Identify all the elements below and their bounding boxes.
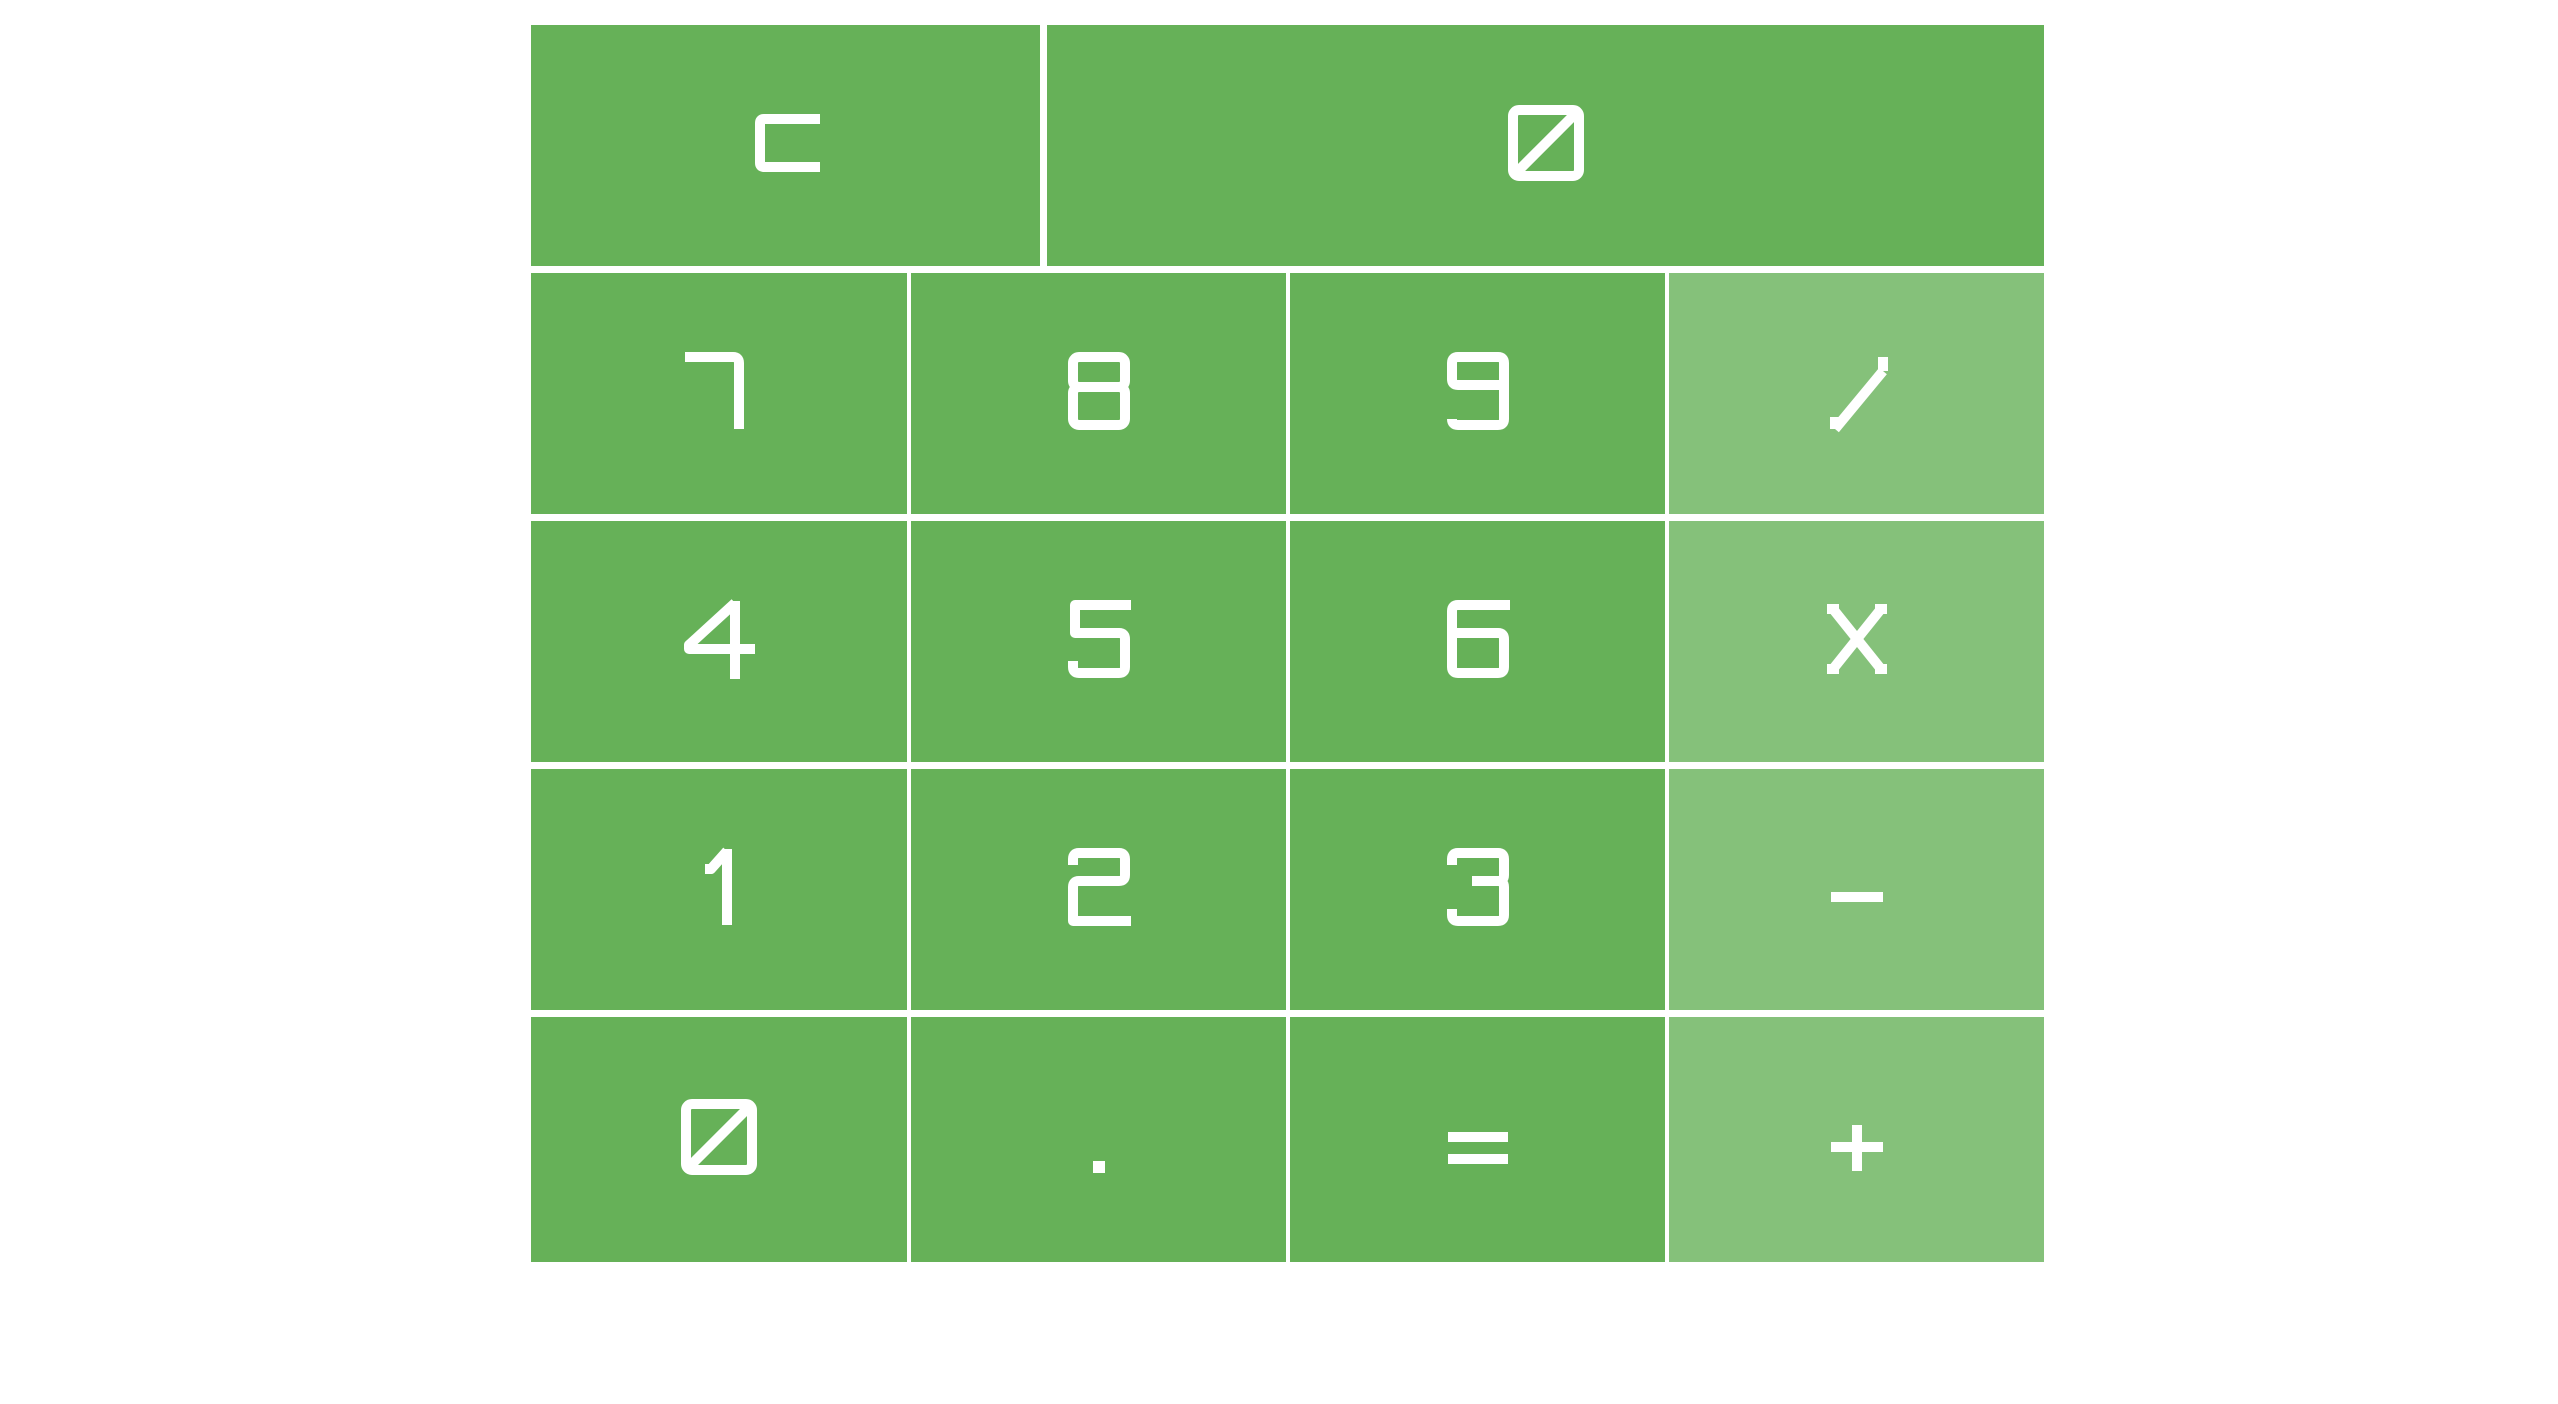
equals-icon — [1430, 1089, 1526, 1190]
digit-5-icon — [1051, 591, 1147, 692]
plus-button[interactable]: + — [1669, 1017, 2044, 1262]
digit-5-button[interactable]: 5 — [911, 521, 1286, 762]
digit-0-button[interactable]: 0 — [531, 1017, 907, 1262]
multiply-button[interactable]: x — [1669, 521, 2044, 762]
divide-button[interactable]: / — [1669, 273, 2044, 514]
divide-icon — [1809, 343, 1905, 444]
digit-3-button[interactable]: 3 — [1290, 769, 1665, 1010]
digit-4-button[interactable]: 4 — [531, 521, 907, 762]
digit-9-icon — [1430, 343, 1526, 444]
minus-icon — [1809, 839, 1905, 940]
calculator: c 0 789/ 456x 123- 0.=+ — [531, 25, 2044, 1262]
c-icon — [738, 95, 834, 196]
digit-1-button[interactable]: 1 — [531, 769, 907, 1010]
multiply-icon — [1809, 591, 1905, 692]
display: 0 — [1047, 25, 2044, 266]
digit-6-icon — [1430, 591, 1526, 692]
decimal-point-button[interactable]: . — [911, 1017, 1286, 1262]
digit-8-button[interactable]: 8 — [911, 273, 1286, 514]
digit-0-icon — [1498, 95, 1594, 196]
digit-1-icon — [671, 839, 767, 940]
digit-3-icon — [1430, 839, 1526, 940]
plus-icon — [1809, 1089, 1905, 1190]
digit-0-icon — [671, 1089, 767, 1190]
digit-7-icon — [671, 343, 767, 444]
digit-4-icon — [671, 591, 767, 692]
digit-8-icon — [1051, 343, 1147, 444]
digit-2-icon — [1051, 839, 1147, 940]
minus-button[interactable]: - — [1669, 769, 2044, 1010]
digit-2-button[interactable]: 2 — [911, 769, 1286, 1010]
clear-button[interactable]: c — [531, 25, 1040, 266]
digit-7-button[interactable]: 7 — [531, 273, 907, 514]
digit-9-button[interactable]: 9 — [1290, 273, 1665, 514]
equals-button[interactable]: = — [1290, 1017, 1665, 1262]
decimal-point-icon — [1051, 1089, 1147, 1190]
digit-6-button[interactable]: 6 — [1290, 521, 1665, 762]
